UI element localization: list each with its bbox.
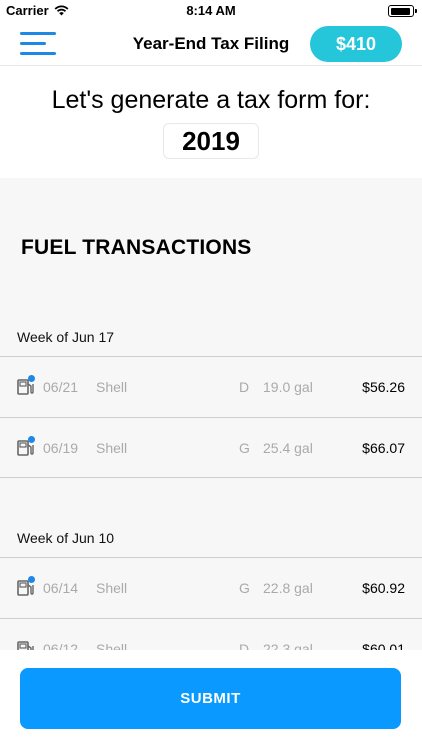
transaction-date: 06/14 xyxy=(43,580,79,596)
submit-footer: SUBMIT xyxy=(0,650,422,750)
week-label: Week of Jun 10 xyxy=(17,530,115,546)
transaction-row[interactable]: 06/21 Shell D 19.0 gal $56.26 xyxy=(0,356,422,417)
transaction-date: 06/19 xyxy=(43,440,79,456)
status-bar: Carrier 8:14 AM xyxy=(0,0,422,22)
transaction-amount: $56.26 xyxy=(362,379,405,395)
transaction-amount: $66.07 xyxy=(362,440,405,456)
nav-bar: Year-End Tax Filing $410 xyxy=(0,22,422,66)
fuel-type: G xyxy=(239,580,250,596)
transaction-station: Shell xyxy=(96,440,128,456)
unread-dot xyxy=(28,375,35,382)
week-label: Week of Jun 17 xyxy=(17,329,115,345)
transaction-amount: $60.92 xyxy=(362,580,405,596)
transaction-station: Shell xyxy=(96,580,128,596)
fuel-type: D xyxy=(239,379,250,395)
transaction-date: 06/21 xyxy=(43,379,79,395)
battery-icon xyxy=(388,5,417,17)
transaction-row[interactable]: 06/19 Shell G 25.4 gal $66.07 xyxy=(0,417,422,478)
submit-button[interactable]: SUBMIT xyxy=(20,668,401,729)
app-screen: Carrier 8:14 AM Year-End Tax Filing $410… xyxy=(0,0,422,750)
nav-title: Year-End Tax Filing xyxy=(132,34,290,53)
unread-dot xyxy=(28,436,35,443)
amount-badge-button[interactable]: $410 xyxy=(310,26,402,62)
unread-dot xyxy=(28,576,35,583)
fuel-gallons: 25.4 gal xyxy=(263,440,313,456)
hamburger-menu-icon[interactable] xyxy=(20,28,58,58)
page-heading: Let's generate a tax form for: xyxy=(51,86,371,114)
fuel-gallons: 19.0 gal xyxy=(263,379,313,395)
transaction-row[interactable]: 06/14 Shell G 22.8 gal $60.92 xyxy=(0,557,422,618)
status-time: 8:14 AM xyxy=(186,3,236,18)
transaction-station: Shell xyxy=(96,379,128,395)
year-selector[interactable]: 2019 xyxy=(163,123,259,159)
fuel-gallons: 22.8 gal xyxy=(263,580,313,596)
fuel-type: G xyxy=(239,440,250,456)
section-title: FUEL TRANSACTIONS xyxy=(21,236,252,259)
